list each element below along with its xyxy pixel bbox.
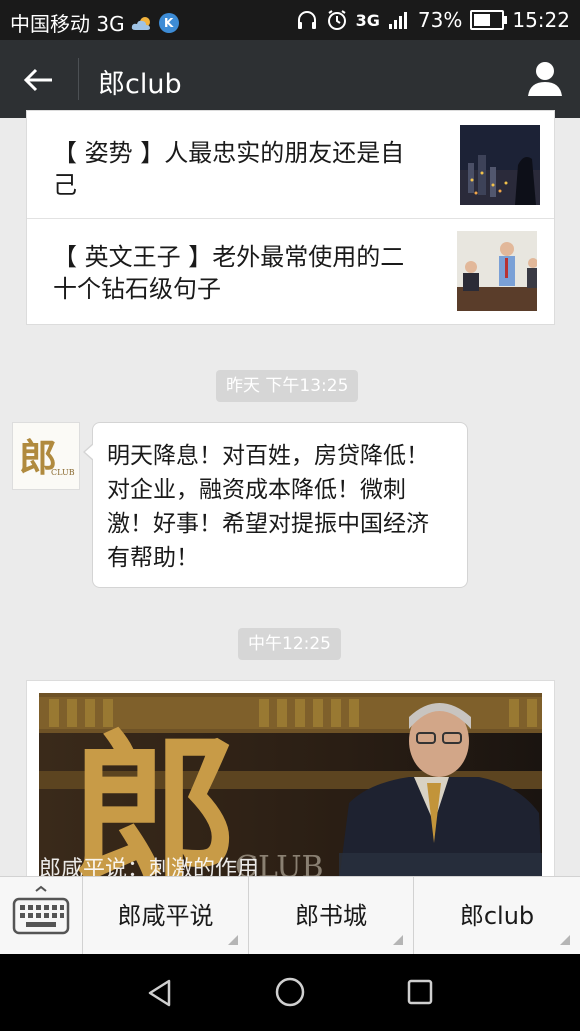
feature-article-card[interactable]: 郎 CLUB 郎咸平说：刺激的作用 bbox=[26, 680, 555, 882]
triangle-back-icon[interactable] bbox=[145, 978, 175, 1008]
menu-item-lang-xianping[interactable]: 郎咸平说 bbox=[83, 877, 249, 955]
battery-level bbox=[474, 14, 491, 26]
network-3g-label: 3G bbox=[355, 10, 380, 30]
bottom-menu: 郎咸平说 郎书城 郎club bbox=[0, 876, 580, 955]
carrier-label: 中国移动 3G bbox=[10, 12, 125, 36]
k-app-icon: K bbox=[158, 12, 179, 33]
battery-icon bbox=[470, 10, 508, 30]
signal-icon bbox=[388, 12, 407, 29]
message-bubble[interactable]: 明天降息！对百姓，房贷降低！对企业，融资成本降低！微刺激！好事！希望对提振中国经… bbox=[83, 422, 468, 588]
weather-cloud-icon bbox=[131, 16, 150, 30]
person-icon bbox=[528, 62, 562, 96]
submenu-corner-icon bbox=[560, 935, 570, 945]
article-title: 【 姿势 】人最忠实的朋友还是自己 bbox=[53, 139, 405, 199]
clock: 15:22 bbox=[512, 8, 570, 32]
battery-percent: 73% bbox=[417, 8, 463, 32]
menu-item-label: 郎咸平说 bbox=[117, 902, 214, 930]
menu-item-label: 郎club bbox=[459, 902, 535, 930]
title-divider bbox=[78, 58, 79, 100]
avatar[interactable]: 郎 CLUB bbox=[12, 422, 80, 490]
article-item[interactable]: 【 英文王子 】老外最常使用的二十个钻石级句子 bbox=[27, 219, 554, 323]
page-title: 郎club bbox=[98, 69, 182, 100]
article-thumbnail bbox=[457, 231, 538, 311]
message-text: 明天降息！对百姓，房贷降低！对企业，融资成本降低！微刺激！好事！希望对提振中国经… bbox=[107, 443, 429, 571]
menu-item-club[interactable]: 郎club bbox=[414, 877, 580, 955]
system-nav-bar bbox=[0, 954, 580, 1031]
submenu-corner-icon bbox=[228, 935, 238, 945]
back-button[interactable] bbox=[16, 58, 60, 102]
arrow-left-icon bbox=[23, 68, 52, 92]
circle-home-icon[interactable] bbox=[274, 976, 306, 1008]
status-bar: 中国移动 3G K 3G 73% 15:22 bbox=[0, 0, 580, 40]
timestamp: 昨天 下午13:25 bbox=[216, 370, 359, 402]
keyboard-toggle-button[interactable] bbox=[0, 877, 83, 955]
square-recent-icon[interactable] bbox=[406, 978, 434, 1006]
submenu-corner-icon bbox=[393, 935, 403, 945]
avatar-subtext: CLUB bbox=[51, 468, 75, 477]
article-thumbnail bbox=[460, 125, 540, 205]
article-item[interactable]: 【 姿势 】人最忠实的朋友还是自己 bbox=[27, 111, 554, 205]
keyboard-icon bbox=[12, 885, 70, 935]
timestamp: 中午12:25 bbox=[238, 628, 341, 660]
menu-item-label: 郎书城 bbox=[295, 902, 367, 930]
title-bar: 郎club bbox=[0, 40, 580, 118]
menu-item-bookstore[interactable]: 郎书城 bbox=[249, 877, 414, 955]
headphones-icon bbox=[297, 11, 316, 29]
profile-button[interactable] bbox=[522, 56, 568, 102]
alarm-icon bbox=[327, 10, 346, 30]
article-title: 【 英文王子 】老外最常使用的二十个钻石级句子 bbox=[53, 243, 405, 303]
article-list-card: 【 姿势 】人最忠实的朋友还是自己 【 英文王子 】老外最常使用的二十个钻石级句… bbox=[26, 110, 555, 325]
